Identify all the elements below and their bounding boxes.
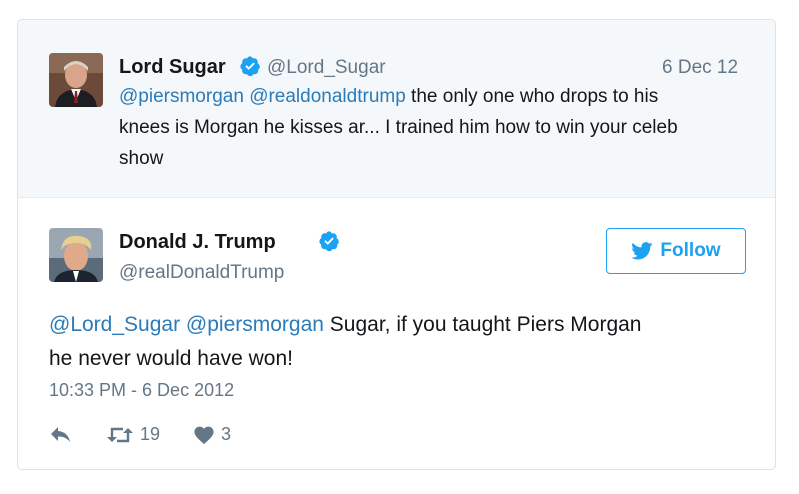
reply-tweet-text: @piersmorgan @realdonaldtrump the only o… — [119, 81, 759, 174]
reply-text-line-2: knees is Morgan he kisses ar... I traine… — [119, 117, 678, 138]
main-text-line-2: he never would have won! — [49, 347, 293, 370]
twitter-bird-icon — [631, 242, 653, 260]
main-text-segment: Sugar, if you taught Piers Morgan — [323, 313, 642, 336]
mention-link[interactable]: @piersmorgan — [186, 313, 324, 336]
lord-sugar-avatar[interactable] — [49, 53, 103, 107]
mention-link[interactable]: @realdonaldtrump — [249, 86, 406, 107]
tweet-timestamp[interactable]: 10:33 PM - 6 Dec 2012 — [49, 380, 234, 401]
reply-button[interactable] — [49, 424, 73, 444]
main-tweet-text: @Lord_Sugar @piersmorgan Sugar, if you t… — [49, 308, 749, 376]
follow-button[interactable]: Follow — [606, 228, 746, 274]
main-text-line-1: @Lord_Sugar @piersmorgan Sugar, if you t… — [49, 308, 749, 342]
reply-author-name[interactable]: Lord Sugar — [119, 56, 226, 79]
reply-text-line-1: @piersmorgan @realdonaldtrump the only o… — [119, 81, 759, 112]
reply-author-handle[interactable]: @Lord_Sugar — [267, 57, 386, 79]
donald-trump-avatar[interactable] — [49, 228, 103, 282]
retweet-icon — [107, 427, 133, 442]
reply-icon — [51, 427, 70, 442]
heart-icon — [194, 426, 214, 444]
verified-badge-icon — [319, 231, 339, 252]
retweet-count: 19 — [140, 424, 161, 444]
verified-badge-icon — [240, 56, 260, 77]
reply-text-segment: the only one who drops to his — [405, 86, 659, 107]
embedded-tweet-card: Lord Sugar @Lord_Sugar 6 Dec 12 @piersmo… — [17, 19, 776, 470]
main-author-name[interactable]: Donald J. Trump — [119, 231, 276, 254]
mention-link[interactable]: @Lord_Sugar — [49, 313, 180, 336]
like-count: 3 — [221, 424, 232, 444]
main-author-handle[interactable]: @realDonaldTrump — [119, 262, 284, 284]
follow-button-label: Follow — [660, 240, 721, 261]
mention-link[interactable]: @piersmorgan — [119, 86, 244, 107]
in-reply-to-tweet[interactable]: Lord Sugar @Lord_Sugar 6 Dec 12 @piersmo… — [18, 20, 775, 198]
reply-date[interactable]: 6 Dec 12 — [662, 57, 738, 79]
reply-text-line-3: show — [119, 148, 164, 169]
retweet-button[interactable]: 19 — [106, 424, 160, 445]
like-button[interactable]: 3 — [193, 424, 231, 445]
